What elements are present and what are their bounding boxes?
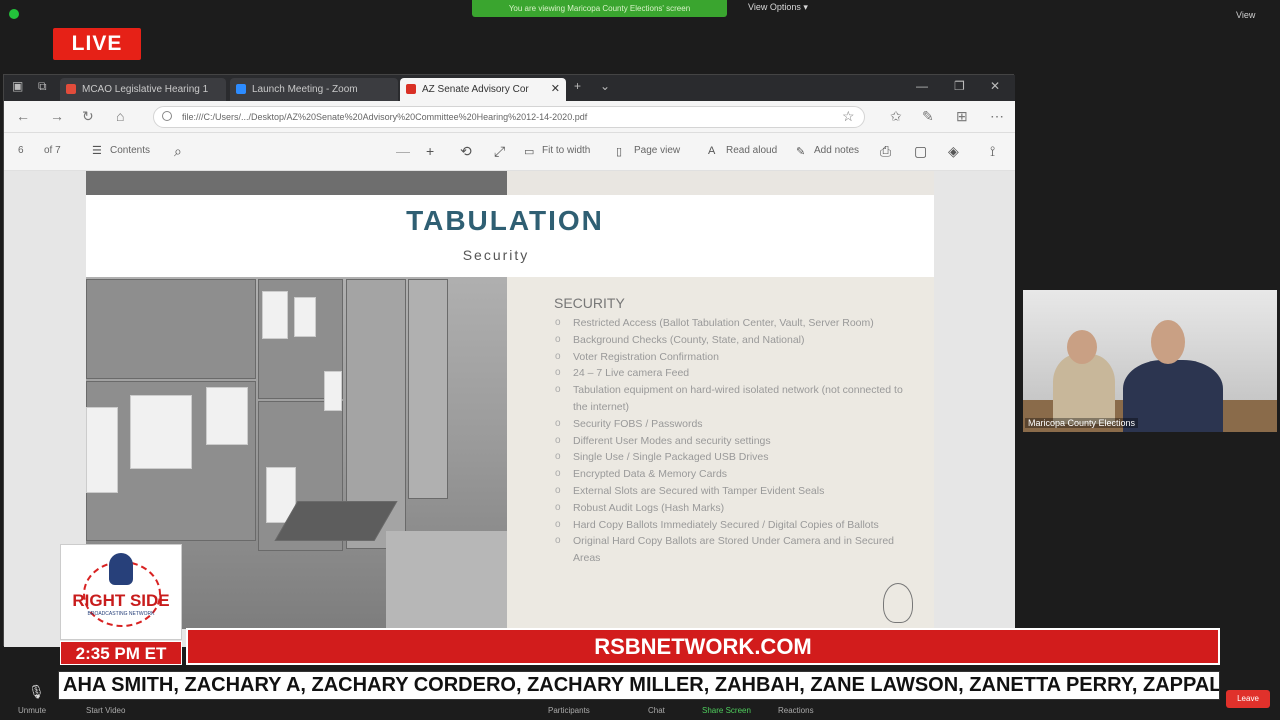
screen-share-banner: You are viewing Maricopa County Election…: [472, 0, 727, 17]
fit-to-width-button[interactable]: Fit to width: [542, 145, 590, 156]
close-tab-icon[interactable]: ✕: [551, 78, 560, 101]
participant-video[interactable]: Maricopa County Elections: [1023, 290, 1277, 432]
person-left: [1053, 354, 1115, 424]
list-item: Single Use / Single Packaged USB Drives: [555, 449, 915, 466]
list-item: Robust Audit Logs (Hash Marks): [555, 500, 915, 517]
tab-label: AZ Senate Advisory Cor: [422, 84, 529, 95]
tab-dropdown-icon[interactable]: ⌄: [600, 79, 610, 93]
favorites-icon[interactable]: ✩: [890, 108, 902, 125]
tab-favicon-icon: [66, 84, 76, 94]
add-notes-icon: ✎: [796, 146, 806, 158]
person-left-head: [1067, 330, 1097, 364]
add-notes-button[interactable]: Add notes: [814, 145, 859, 156]
live-badge: LIVE: [53, 28, 141, 60]
tab-label: Launch Meeting - Zoom: [252, 84, 358, 95]
view-options-menu[interactable]: View Options ▾: [748, 2, 808, 13]
pdf-toolbar: 6 of 7 ☰ Contents ⌕ — + ⟲ ⤢ ▭ Fit to wid…: [4, 133, 1015, 171]
list-item: External Slots are Secured with Tamper E…: [555, 483, 915, 500]
rsb-logo: RIGHT SIDE BROADCASTING NETWORK: [60, 544, 182, 640]
minimize-icon[interactable]: —: [916, 79, 928, 93]
person-right-head: [1151, 320, 1185, 364]
security-heading: SECURITY: [554, 295, 625, 311]
tab-az-senate-pdf[interactable]: AZ Senate Advisory Cor ✕: [400, 78, 566, 101]
tab-launch-meeting[interactable]: Launch Meeting - Zoom: [230, 78, 398, 101]
list-item: Voter Registration Confirmation: [555, 349, 915, 366]
list-item: Original Hard Copy Ballots are Stored Un…: [555, 533, 915, 567]
refresh-icon[interactable]: ↻: [82, 108, 94, 125]
list-item: Hard Copy Ballots Immediately Secured / …: [555, 517, 915, 534]
list-item: Restricted Access (Ballot Tabulation Cen…: [555, 315, 915, 332]
microphone-muted-icon[interactable]: 🎙: [28, 684, 45, 700]
page-count: of 7: [44, 145, 61, 156]
fit-width-icon: ▭: [524, 146, 535, 158]
name-ticker: AHA SMITH, ZACHARY A, ZACHARY CORDERO, Z…: [58, 671, 1220, 700]
list-item: Security FOBS / Passwords: [555, 416, 915, 433]
save-icon[interactable]: ▢: [914, 143, 927, 160]
slide-title: TABULATION: [406, 205, 604, 236]
forward-icon[interactable]: →: [50, 108, 64, 124]
chat-button[interactable]: Chat: [648, 706, 665, 715]
view-button[interactable]: View: [1236, 10, 1255, 20]
fit-icon[interactable]: ⤢: [494, 143, 505, 160]
broadcast-clock: 2:35 PM ET: [60, 641, 182, 665]
security-shield-icon[interactable]: [9, 9, 19, 19]
pen-icon[interactable]: ✎: [922, 108, 934, 125]
save-as-icon[interactable]: ◈: [948, 143, 959, 160]
participant-name: Maricopa County Elections: [1025, 418, 1139, 428]
share-screen-button[interactable]: Share Screen: [702, 706, 751, 715]
info-icon[interactable]: [162, 111, 172, 121]
list-item: 24 – 7 Live camera Feed: [555, 365, 915, 382]
list-item: Background Checks (County, State, and Na…: [555, 332, 915, 349]
zoom-out-icon[interactable]: —: [396, 143, 410, 159]
contents-button[interactable]: Contents: [110, 145, 150, 156]
tab-mcao-hearing[interactable]: MCAO Legislative Hearing 1: [60, 78, 226, 101]
back-icon[interactable]: ←: [16, 108, 30, 124]
leave-button[interactable]: Leave: [1226, 690, 1270, 708]
zoom-in-icon[interactable]: +: [426, 143, 434, 159]
security-list: Restricted Access (Ballot Tabulation Cen…: [555, 315, 915, 567]
site-banner: RSBNETWORK.COM: [186, 628, 1220, 665]
tab-label: MCAO Legislative Hearing 1: [82, 84, 209, 95]
pdf-favicon-icon: [406, 84, 416, 94]
read-aloud-button[interactable]: Read aloud: [726, 145, 777, 156]
microphone-icon: [109, 553, 133, 585]
pin-icon[interactable]: ⟟: [990, 143, 995, 160]
logo-brand: RIGHT SIDE: [72, 591, 170, 610]
page-number-input[interactable]: 6: [18, 145, 24, 156]
print-icon[interactable]: ⎙: [880, 143, 891, 160]
list-item: Encrypted Data & Memory Cards: [555, 466, 915, 483]
participants-button[interactable]: Participants: [548, 706, 590, 715]
logo-subtitle: BROADCASTING NETWORK: [87, 611, 155, 617]
home-icon[interactable]: ⌂: [116, 108, 124, 124]
county-seal-icon: [883, 583, 913, 623]
contents-icon: ☰: [92, 145, 102, 157]
list-item: Different User Modes and security settin…: [555, 433, 915, 450]
tab-collections-icon[interactable]: ⧉: [38, 79, 47, 94]
pdf-slide: TABULATION Security SECURITY Restricted …: [86, 171, 934, 629]
tab-actions-icon[interactable]: ▣: [12, 79, 23, 93]
read-aloud-icon: A: [708, 145, 716, 157]
browser-nav-bar: ← → ↻ ⌂ file:///C:/Users/.../Desktop/AZ%…: [4, 101, 1015, 133]
new-tab-icon[interactable]: +: [574, 79, 581, 93]
unmute-button[interactable]: Unmute: [18, 706, 46, 715]
favorite-star-icon[interactable]: ☆: [842, 108, 855, 125]
slide-subtitle: Security: [462, 247, 530, 263]
search-icon[interactable]: ⌕: [174, 143, 182, 160]
more-menu-icon[interactable]: ⋯: [990, 108, 1004, 125]
zoom-favicon-icon: [236, 84, 246, 94]
page-view-button[interactable]: Page view: [634, 145, 680, 156]
close-window-icon[interactable]: ✕: [990, 79, 1000, 93]
page-view-icon: ▯: [616, 146, 623, 158]
collections-icon[interactable]: ⊞: [956, 108, 968, 125]
address-bar[interactable]: file:///C:/Users/.../Desktop/AZ%20Senate…: [153, 106, 865, 128]
start-video-button[interactable]: Start Video: [86, 706, 125, 715]
rotate-icon[interactable]: ⟲: [460, 143, 472, 160]
maximize-icon[interactable]: ❐: [954, 79, 965, 93]
browser-tab-bar: ▣ ⧉ MCAO Legislative Hearing 1 Launch Me…: [4, 75, 1015, 101]
list-item: Tabulation equipment on hard-wired isola…: [555, 382, 915, 416]
reactions-button[interactable]: Reactions: [778, 706, 814, 715]
security-panel: SECURITY Restricted Access (Ballot Tabul…: [507, 277, 934, 629]
